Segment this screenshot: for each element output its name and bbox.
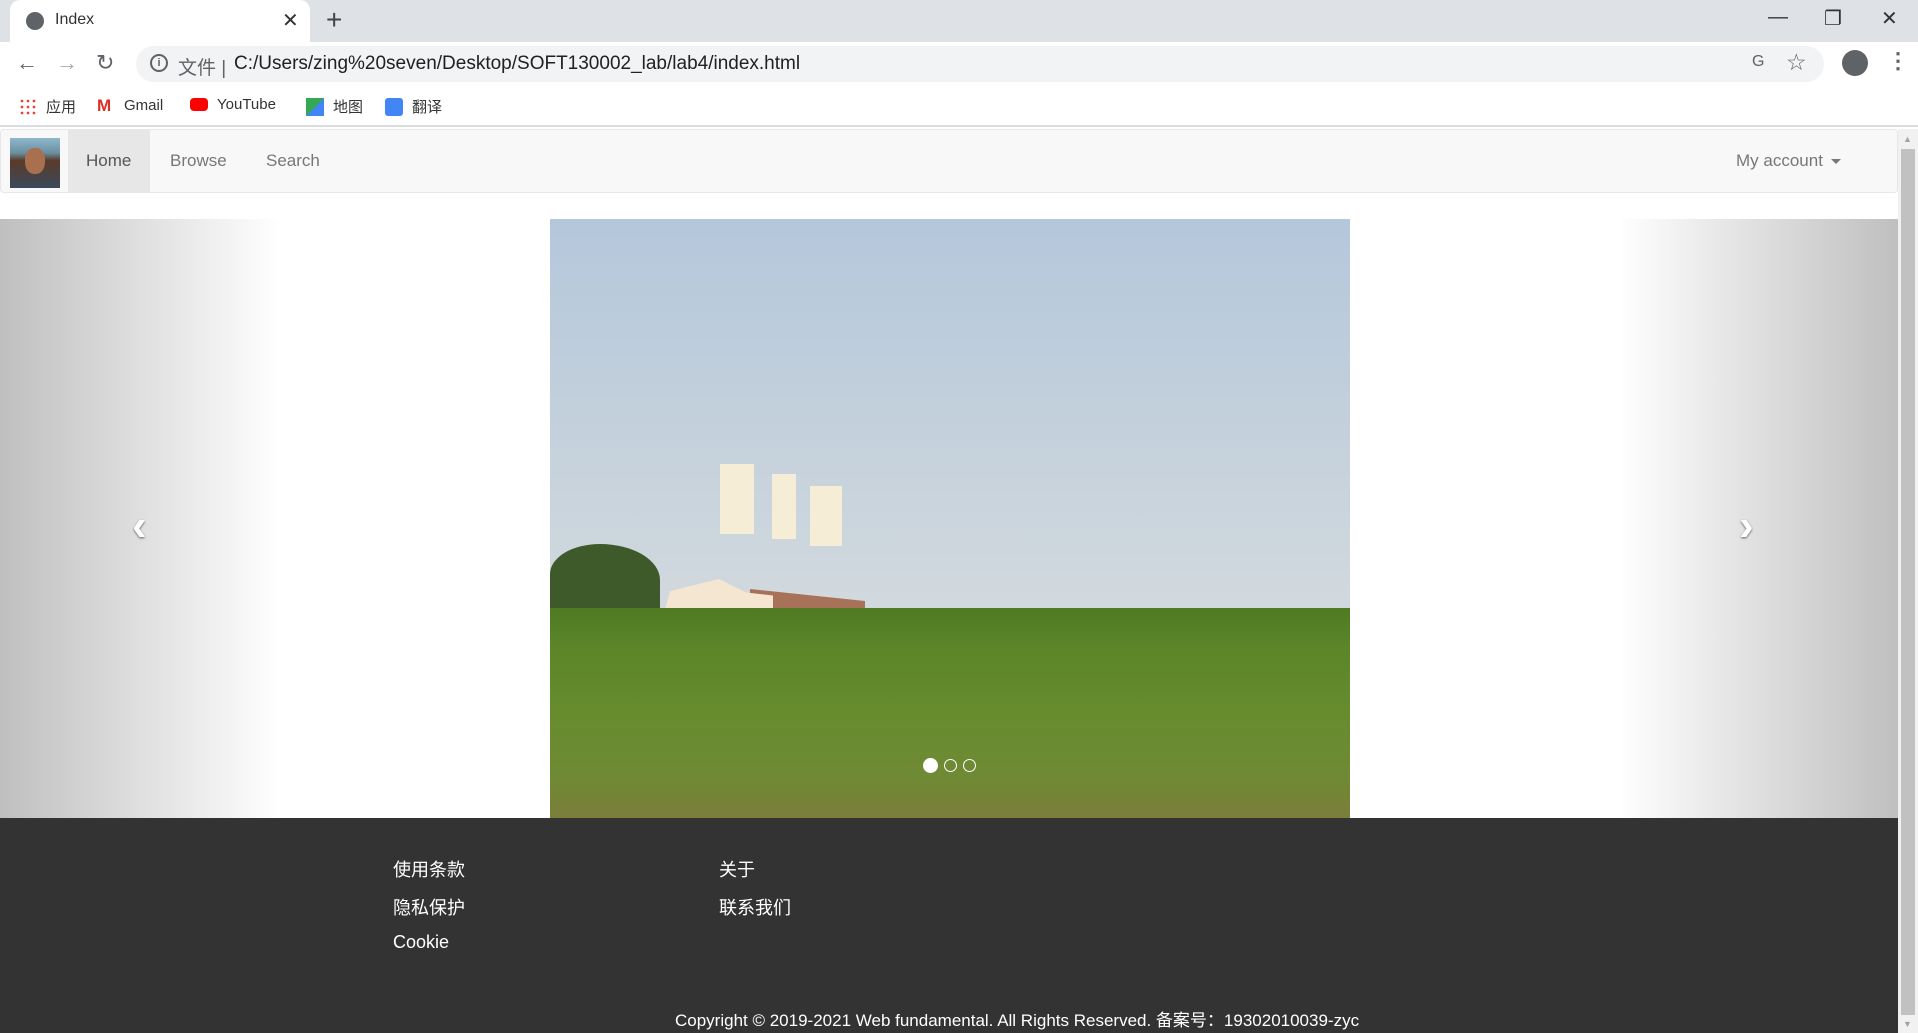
scrollbar-thumb[interactable] [1901,149,1915,1015]
silo [720,464,754,534]
carousel-slide-image [550,219,1350,818]
translate-page-icon[interactable]: G [1752,53,1764,71]
bookmark-apps[interactable]: 应用 [19,96,76,117]
chevron-right-icon: › [1739,501,1754,550]
caret-down-icon [1830,159,1841,165]
nav-browse[interactable]: Browse [152,130,245,192]
copyright-text: Copyright © 2019-2021 Web fundamental. A… [675,1011,1360,1030]
browser-tab[interactable]: Index ✕ [10,0,310,42]
window-close-button[interactable]: ✕ [1881,6,1898,31]
bookmark-label: 地图 [333,99,364,116]
tab-strip: Index ✕ + — ❐ ✕ [0,0,1918,42]
youtube-icon [190,98,208,111]
bookmark-maps[interactable]: 地图 [306,96,363,117]
gmail-icon: M [97,96,112,115]
silo [772,474,796,539]
apps-icon [19,97,37,116]
forward-button[interactable]: → [56,50,78,76]
footer: 使用条款 隐私保护 Cookie 关于 联系我们 Copyright © 201… [0,818,1898,1033]
carousel-indicator-3[interactable] [962,759,976,772]
bookmark-label: Gmail [124,96,164,114]
back-button[interactable]: ← [16,50,38,76]
scroll-up-icon[interactable]: ▲ [1903,134,1912,144]
nav-search[interactable]: Search [248,130,338,192]
trees [550,544,660,610]
new-tab-button[interactable]: + [326,4,342,36]
browser-toolbar: ← → ↻ i 文件 | C:/Users/zing%20seven/Deskt… [0,42,1918,86]
bookmark-gmail[interactable]: M Gmail [97,96,164,115]
scheme-label: 文件 | [178,58,227,79]
avatar-face [25,148,45,174]
carousel: ‹ › [0,219,1898,818]
bookmark-translate[interactable]: 翻译 [385,96,442,117]
bookmark-youtube[interactable]: YouTube [190,96,276,113]
footer-link-contact[interactable]: 联系我们 [719,894,791,920]
bookmark-star-icon[interactable]: ☆ [1786,49,1807,76]
avatar[interactable] [10,138,60,188]
chevron-left-icon: ‹ [132,501,147,550]
browser-menu-icon[interactable]: ⋮ [1887,48,1909,74]
footer-link-privacy[interactable]: 隐私保护 [393,894,465,920]
page-scrollbar[interactable]: ▲ ▼ [1898,129,1918,1033]
account-label: My account [1736,151,1823,170]
silo [810,486,842,546]
tab-title: Index [55,11,95,28]
grass-field [550,608,1350,818]
footer-link-cookie[interactable]: Cookie [393,932,449,953]
profile-avatar-icon[interactable] [1842,50,1868,76]
globe-icon [26,12,44,30]
maps-icon [306,97,324,116]
carousel-prev-control[interactable]: ‹ [0,219,281,818]
restore-button[interactable]: ❐ [1824,6,1842,31]
nav-home[interactable]: Home [68,130,150,192]
info-icon[interactable]: i [150,54,168,72]
tab-close-icon[interactable]: ✕ [282,8,299,33]
url-text[interactable]: C:/Users/zing%20seven/Desktop/SOFT130002… [234,53,800,75]
translate-icon [385,97,403,116]
carousel-indicators [0,758,1898,773]
footer-link-about[interactable]: 关于 [719,856,755,882]
bookmarks-bar: 应用 M Gmail YouTube 地图 翻译 [0,86,1918,127]
carousel-next-control[interactable]: › [1617,219,1898,818]
carousel-indicator-1[interactable] [922,758,938,773]
minimize-button[interactable]: — [1768,6,1788,29]
site-navbar: Home Browse Search My account [0,129,1898,193]
footer-link-terms[interactable]: 使用条款 [393,856,465,882]
carousel-indicator-2[interactable] [943,759,957,772]
reload-button[interactable]: ↻ [96,50,114,76]
scroll-down-icon[interactable]: ▼ [1903,1019,1912,1029]
bookmark-label: 应用 [46,99,77,116]
address-bar[interactable]: i 文件 | C:/Users/zing%20seven/Desktop/SOF… [136,46,1824,82]
bookmark-label: YouTube [217,96,276,113]
my-account-dropdown[interactable]: My account [1736,130,1841,192]
barn [665,579,773,609]
bookmark-label: 翻译 [412,99,443,116]
